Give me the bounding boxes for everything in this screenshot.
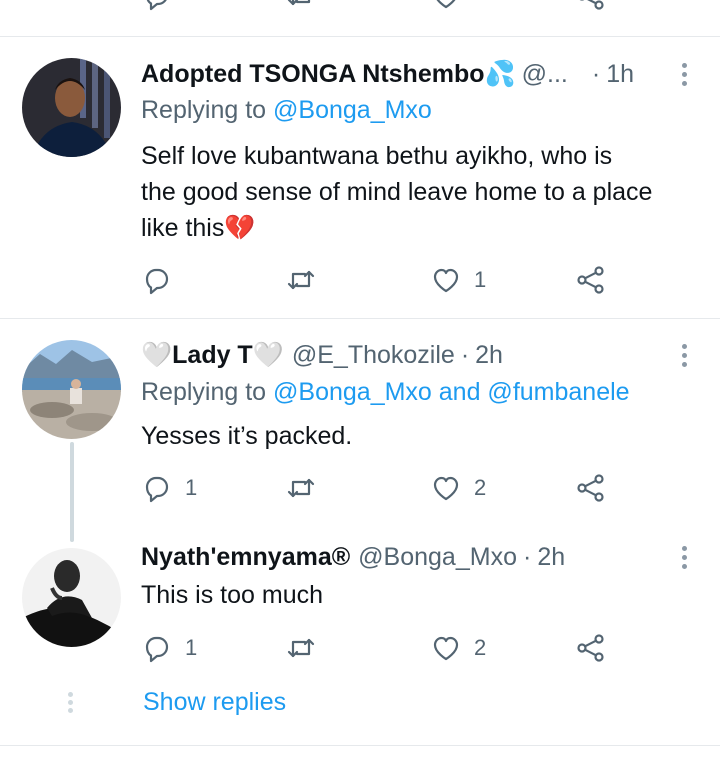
- reply-icon[interactable]: [141, 0, 173, 14]
- separator: ·: [591, 59, 601, 88]
- show-replies-link[interactable]: Show replies: [143, 688, 286, 717]
- tweet-header: Nyath'emnyama® @Bonga_Mxo · 2h: [141, 540, 680, 574]
- timestamp[interactable]: 2h: [475, 341, 503, 370]
- more-icon[interactable]: [674, 338, 694, 372]
- thread-dots: [68, 692, 73, 713]
- reply-count: 1: [185, 635, 198, 660]
- share-icon[interactable]: [575, 0, 607, 14]
- thread-line: [70, 442, 74, 542]
- share-icon: [575, 632, 607, 664]
- reply-button[interactable]: 1: [141, 630, 197, 666]
- retweet-icon: [285, 472, 317, 504]
- tweet-text: Yesses it’s packed.: [141, 418, 701, 454]
- like-button[interactable]: 1: [430, 262, 486, 298]
- divider: [0, 36, 720, 37]
- tweet-header: Adopted TSONGA Ntshembo 💦 @... · 1h: [141, 57, 680, 91]
- like-icon: [430, 264, 462, 296]
- like-icon[interactable]: [430, 0, 462, 14]
- like-icon: [430, 632, 462, 664]
- separator: ·: [460, 340, 470, 369]
- more-icon[interactable]: [674, 540, 694, 574]
- avatar[interactable]: [22, 340, 121, 439]
- like-icon: [430, 472, 462, 504]
- reply-icon: [141, 632, 173, 664]
- tweet-text-line: This is too much: [141, 581, 324, 609]
- reply-button[interactable]: 1: [141, 470, 197, 506]
- retweet-button[interactable]: [285, 262, 317, 298]
- broken-heart-emoji: 💔: [224, 214, 256, 242]
- avatar[interactable]: [22, 548, 121, 647]
- share-icon: [575, 472, 607, 504]
- tweet-actions: 1: [141, 262, 621, 298]
- reply-icon: [141, 472, 173, 504]
- more-icon[interactable]: [674, 57, 694, 91]
- handle[interactable]: @Bonga_Mxo: [358, 543, 517, 572]
- reply-count: 1: [185, 475, 198, 500]
- white-heart-emoji: 🤍: [252, 340, 284, 369]
- replying-to: Replying to @Bonga_Mxo and @fumbanele: [141, 378, 630, 407]
- water-emoji: 💦: [484, 59, 516, 88]
- tweet-actions: 1 2: [141, 470, 621, 506]
- mention-link[interactable]: @Bonga_Mxo: [273, 96, 432, 124]
- share-button[interactable]: [575, 470, 607, 506]
- white-heart-emoji: 🤍: [141, 340, 173, 369]
- tweet-text: Self love kubantwana bethu ayikho, who i…: [141, 138, 701, 246]
- display-name[interactable]: Lady T: [172, 341, 253, 370]
- like-button[interactable]: 2: [430, 470, 486, 506]
- display-name[interactable]: Nyath'emnyama®: [141, 543, 350, 572]
- reply-icon: [141, 264, 173, 296]
- like-button[interactable]: 2: [430, 630, 486, 666]
- timestamp[interactable]: 2h: [537, 543, 565, 572]
- retweet-button[interactable]: [285, 470, 317, 506]
- tweet-text-line: Yesses it’s packed.: [141, 422, 353, 450]
- share-icon: [575, 264, 607, 296]
- like-count: 2: [474, 475, 487, 500]
- mention-link[interactable]: @Bonga_Mxo and @fumbanele: [273, 378, 630, 406]
- divider: [0, 745, 720, 746]
- tweet-text: This is too much: [141, 577, 701, 613]
- avatar[interactable]: [22, 58, 121, 157]
- retweet-button[interactable]: [285, 630, 317, 666]
- handle[interactable]: @E_Thokozile: [292, 341, 455, 370]
- divider: [0, 318, 720, 319]
- tweet-actions: 1 2: [141, 630, 621, 666]
- share-button[interactable]: [575, 262, 607, 298]
- retweet-icon: [285, 264, 317, 296]
- previous-tweet-actions: [0, 0, 720, 18]
- replying-to-label: Replying to: [141, 378, 267, 406]
- tweet-text-line: like this: [141, 214, 225, 242]
- retweet-icon: [285, 632, 317, 664]
- tweet-text-line: the good sense of mind leave home to a p…: [141, 178, 653, 206]
- tweet-text-line: Self love kubantwana bethu ayikho, who i…: [141, 142, 613, 170]
- timestamp[interactable]: 1h: [606, 60, 634, 89]
- replying-to-label: Replying to: [141, 96, 267, 124]
- like-count: 2: [474, 635, 487, 660]
- retweet-icon[interactable]: [285, 0, 317, 14]
- display-name[interactable]: Adopted TSONGA Ntshembo: [141, 60, 485, 89]
- share-button[interactable]: [575, 630, 607, 666]
- like-count: 1: [474, 267, 487, 292]
- tweet-header: 🤍 Lady T 🤍 @E_Thokozile · 2h: [141, 338, 680, 372]
- handle[interactable]: @...: [522, 60, 568, 89]
- replying-to: Replying to @Bonga_Mxo: [141, 96, 432, 125]
- reply-button[interactable]: [141, 262, 185, 298]
- separator: ·: [522, 542, 532, 571]
